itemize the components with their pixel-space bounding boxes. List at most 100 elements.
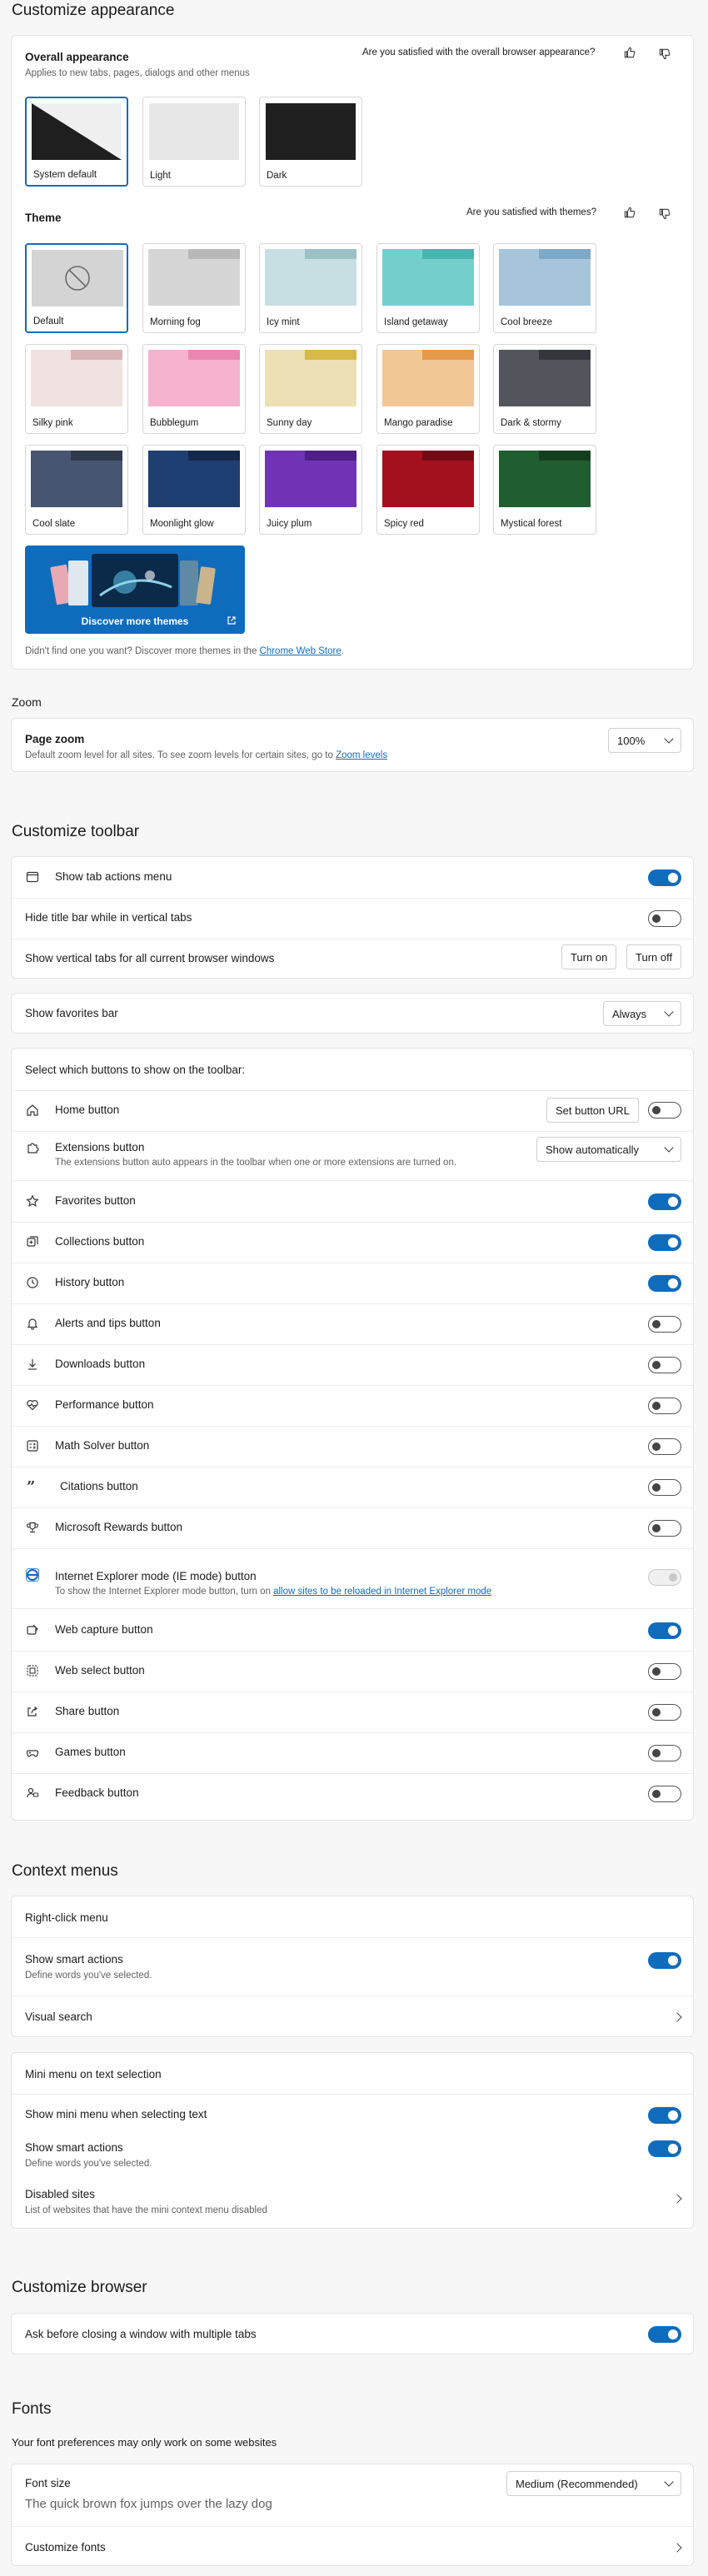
page-zoom-dropdown[interactable]: 100% [608,728,681,753]
ie-mode-toggle[interactable] [648,1569,681,1586]
divider [12,1732,693,1733]
disabled-sites-label[interactable]: Disabled sites [25,2188,95,2200]
theme-tile[interactable]: Morning fog [142,243,246,333]
theme-preview [148,451,240,507]
theme-tile[interactable]: Bubblegum [142,344,246,434]
svg-text:”: ” [27,1480,35,1493]
font-size-dropdown[interactable]: Medium (Recommended) [506,2471,681,2496]
theme-tile[interactable]: Spicy red [376,445,480,535]
theme-label: Morning fog [150,317,201,327]
chevron-right-icon[interactable] [672,2194,682,2204]
theme-tile[interactable]: Mystical forest [493,445,596,535]
collections-icon [25,1234,40,1249]
thumbs-up-icon[interactable] [622,45,637,60]
chrome-web-store-link[interactable]: Chrome Web Store [260,646,342,656]
theme-preview [382,451,474,507]
toolbar-button-toggle[interactable] [648,1704,681,1721]
toolbar-button-toggle[interactable] [648,1275,681,1292]
toolbar-button-toggle[interactable] [648,1357,681,1373]
ask-close-toggle[interactable] [648,2326,681,2343]
page-zoom-card: Page zoom Default zoom level for all sit… [11,718,694,772]
toolbar-button-label: Downloads button [55,1358,146,1370]
divider [12,1608,693,1609]
toolbar-button-toggle[interactable] [648,1622,681,1639]
chevron-down-icon [664,2477,674,2487]
bell-icon [25,1316,40,1331]
mode-preview [149,103,239,160]
toolbar-button-toggle[interactable] [648,1786,681,1802]
theme-label: Sunny day [267,418,312,428]
theme-label: Spicy red [384,519,424,529]
ie-mode-sub: To show the Internet Explorer mode butto… [55,1587,491,1597]
toolbar-button-toggle[interactable] [648,1438,681,1455]
turn-off-button[interactable]: Turn off [626,944,682,969]
turn-on-button[interactable]: Turn on [561,944,617,969]
theme-preview [265,249,356,306]
toolbar-button-toggle[interactable] [648,1663,681,1680]
theme-label: Moonlight glow [150,519,214,529]
favorites-bar-dropdown[interactable]: Always [603,1001,681,1026]
toolbar-button-toggle[interactable] [648,1234,681,1251]
theme-tile[interactable]: Mango paradise [376,344,480,434]
appearance-card: Overall appearance Applies to new tabs, … [11,35,694,670]
home-button-toggle[interactable] [648,1102,681,1119]
mode-system-default[interactable]: System default [25,97,128,187]
divider [12,1090,693,1091]
thumbs-up-icon[interactable] [622,205,637,220]
toolbar-button-toggle[interactable] [648,1398,681,1414]
theme-tile[interactable]: Island getaway [376,243,480,333]
home-button-label: Home button [55,1104,120,1116]
theme-preview [382,350,474,406]
mode-dark[interactable]: Dark [259,97,362,187]
theme-label: Island getaway [384,317,448,327]
page-zoom-value: 100% [617,734,646,747]
mode-preview [32,103,122,160]
thumbs-down-icon[interactable] [657,207,672,222]
chevron-down-icon [664,1007,674,1017]
mini-menu-card: Mini menu on text selection Show mini me… [11,2052,694,2229]
toolbar-button-toggle[interactable] [648,1193,681,1210]
theme-tile[interactable]: Moonlight glow [142,445,246,535]
tab-actions-toggle[interactable] [648,869,681,886]
mode-light[interactable]: Light [142,97,246,187]
toolbar-button-label: Math Solver button [55,1439,150,1452]
mini-smart-actions-toggle[interactable] [648,2140,681,2157]
chevron-right-icon[interactable] [672,2012,682,2022]
theme-tile[interactable]: Icy mint [259,243,362,333]
theme-label: Mango paradise [384,418,453,428]
visual-search-label[interactable]: Visual search [25,2010,92,2023]
theme-preview [499,451,591,507]
divider [12,1344,693,1345]
mode-label: Light [150,171,171,181]
thumbs-down-icon[interactable] [657,47,672,62]
smart-actions-toggle[interactable] [648,1952,681,1969]
customize-fonts-label[interactable]: Customize fonts [25,2541,106,2554]
theme-tile[interactable]: Cool breeze [493,243,596,333]
discover-themes-label: Discover more themes [81,615,189,627]
toolbar-button-label: Feedback button [55,1786,139,1799]
theme-preview [499,249,591,306]
extensions-dropdown[interactable]: Show automatically [536,1137,681,1162]
toolbar-button-label: Citations button [60,1480,138,1492]
history-icon [25,1275,40,1290]
theme-tile[interactable]: Dark & stormy [493,344,596,434]
toolbar-button-toggle[interactable] [648,1479,681,1496]
discover-themes-banner[interactable]: Discover more themes [25,546,245,634]
toolbar-button-toggle[interactable] [648,1745,681,1761]
theme-tile[interactable]: Cool slate [25,445,128,535]
theme-tile[interactable]: Silky pink [25,344,128,434]
theme-tile[interactable]: Juicy plum [259,445,362,535]
hide-title-bar-toggle[interactable] [648,910,681,927]
theme-tile[interactable]: Sunny day [259,344,362,434]
toolbar-button-toggle[interactable] [648,1520,681,1537]
chevron-right-icon[interactable] [672,2543,682,2553]
theme-tile[interactable]: Default [25,243,128,333]
theme-preview [148,350,240,406]
set-button-url-button[interactable]: Set button URL [546,1098,639,1123]
mini-menu-show-toggle[interactable] [648,2107,681,2124]
mini-menu-show-label: Show mini menu when selecting text [25,2108,207,2120]
zoom-levels-link[interactable]: Zoom levels [336,750,387,760]
toolbar-button-toggle[interactable] [648,1316,681,1333]
web-select-icon [25,1663,40,1678]
ie-mode-settings-link[interactable]: allow sites to be reloaded in Internet E… [273,1587,491,1597]
